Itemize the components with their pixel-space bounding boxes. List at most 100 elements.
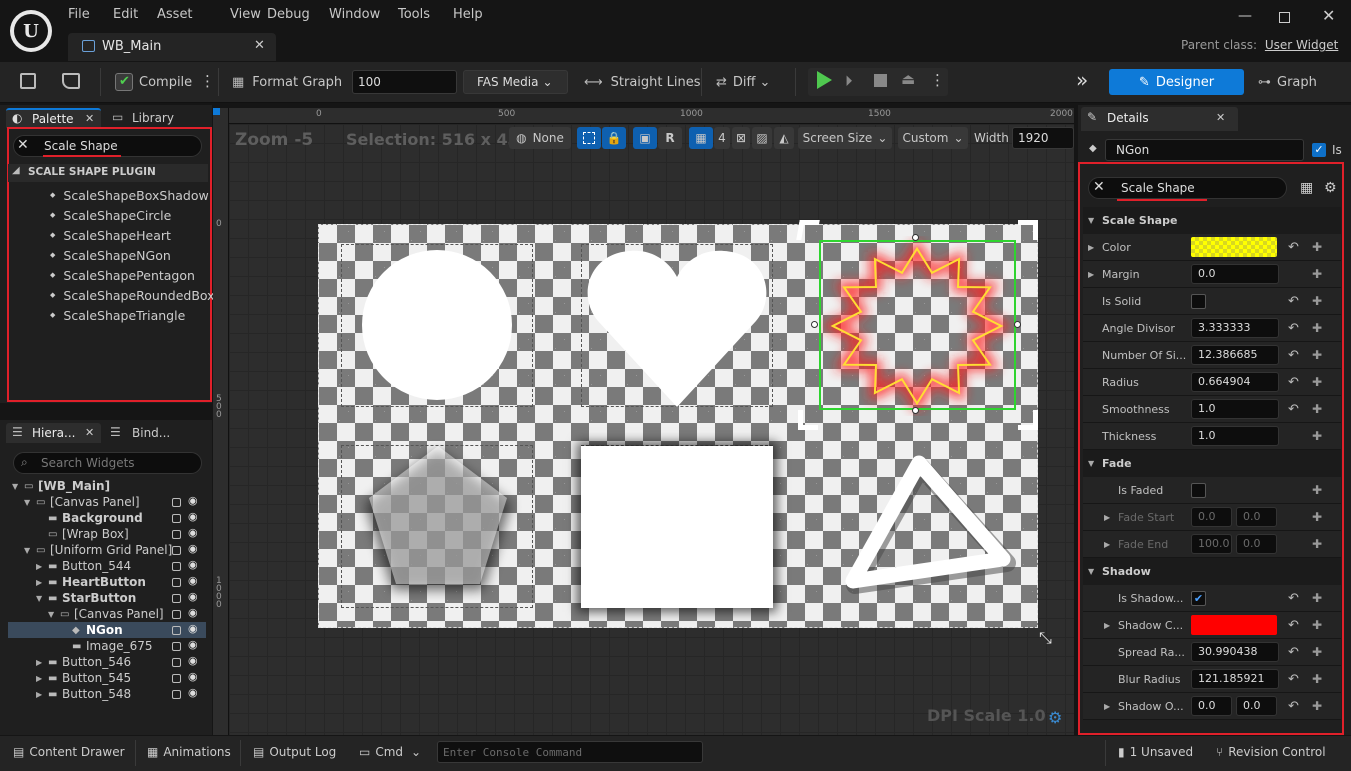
property-input[interactable]: 121.185921: [1191, 669, 1279, 689]
close-tab-icon[interactable]: ✕: [1216, 111, 1225, 124]
menu-tools[interactable]: Tools: [398, 7, 430, 22]
reset-to-default-icon[interactable]: ↶: [1288, 591, 1299, 606]
play-icon[interactable]: [817, 71, 832, 89]
category-scale-shape[interactable]: ▼ Scale Shape: [1083, 207, 1341, 234]
designer-canvas[interactable]: 0 500 1000 1500 2000 0 500 1000 Zoom -5 …: [213, 108, 1074, 735]
lock-button[interactable]: 🔒: [602, 127, 626, 149]
property-input[interactable]: 1.0: [1191, 426, 1279, 446]
hierarchy-row[interactable]: ▼ ▭ [Canvas Panel] ◉: [8, 494, 206, 510]
hierarchy-row[interactable]: ▬ Image_675 ◉: [8, 638, 206, 654]
expand-arrow-icon[interactable]: ▶: [1088, 270, 1094, 279]
lock-icon[interactable]: [172, 610, 181, 619]
zoom-input[interactable]: 100: [352, 70, 457, 94]
minimize-button[interactable]: —: [1238, 8, 1252, 24]
property-input[interactable]: 100.0: [1191, 534, 1232, 554]
close-tab-icon[interactable]: ✕: [85, 112, 94, 125]
parent-class-link[interactable]: User Widget: [1265, 38, 1338, 52]
category-shadow[interactable]: ▼ Shadow: [1083, 558, 1341, 585]
table-view-icon[interactable]: ▦: [1300, 180, 1313, 196]
add-binding-icon[interactable]: ✚: [1312, 267, 1322, 281]
close-window-button[interactable]: ✕: [1322, 6, 1335, 25]
reset-to-default-icon[interactable]: ↶: [1288, 375, 1299, 390]
property-input[interactable]: 3.333333: [1191, 318, 1279, 338]
property-input[interactable]: 0.0: [1236, 534, 1277, 554]
clear-search-icon[interactable]: ✕: [17, 137, 29, 153]
scale-shape-box-shadow[interactable]: [581, 446, 773, 608]
hierarchy-row[interactable]: ◆ NGon ◉: [8, 622, 206, 638]
resize-handle[interactable]: [912, 407, 919, 414]
add-binding-icon[interactable]: ✚: [1312, 402, 1322, 416]
format-graph-button[interactable]: ▦ Format Graph: [232, 71, 342, 93]
grid-size-dropdown[interactable]: 4: [714, 127, 730, 149]
select-mode-button[interactable]: [577, 127, 601, 149]
output-log-button[interactable]: ▤ Output Log: [253, 745, 336, 759]
cmd-dropdown[interactable]: ▭ Cmd ⌄: [359, 745, 421, 759]
property-input[interactable]: 0.0: [1236, 507, 1277, 527]
property-checkbox[interactable]: [1191, 293, 1206, 309]
hierarchy-row[interactable]: ▶ ▬ Button_548 ◉: [8, 686, 206, 702]
expand-arrow-icon[interactable]: ▶: [36, 690, 42, 699]
hierarchy-row[interactable]: ▭ [Wrap Box] ◉: [8, 526, 206, 542]
localization-dropdown[interactable]: ◍ None: [509, 127, 571, 149]
expand-arrow-icon[interactable]: ▶: [1104, 513, 1110, 522]
lock-icon[interactable]: [172, 514, 181, 523]
scale-shape-triangle[interactable]: [841, 453, 1021, 598]
custom-dropdown[interactable]: Custom ⌄: [898, 127, 968, 149]
property-input[interactable]: 0.0: [1191, 507, 1232, 527]
lock-icon[interactable]: [172, 578, 181, 587]
property-checkbox[interactable]: ✔: [1191, 590, 1206, 606]
reset-to-default-icon[interactable]: ↶: [1288, 321, 1299, 336]
content-drawer-button[interactable]: ▤ Content Drawer: [13, 745, 125, 759]
expand-arrow-icon[interactable]: ▼: [48, 610, 54, 619]
expand-arrow-icon[interactable]: ▶: [36, 562, 42, 571]
lock-icon[interactable]: [172, 626, 181, 635]
expand-arrow-icon[interactable]: ▶: [1104, 540, 1110, 549]
visibility-eye-icon[interactable]: ◉: [188, 590, 198, 603]
add-binding-icon[interactable]: ✚: [1312, 240, 1322, 254]
visibility-eye-icon[interactable]: ◉: [188, 558, 198, 571]
grid-snap-button[interactable]: ▦: [689, 127, 713, 149]
palette-item[interactable]: ◆ ScaleShapeBoxShadow: [50, 186, 209, 204]
property-input[interactable]: 0.664904: [1191, 372, 1279, 392]
resize-handle[interactable]: [1014, 321, 1021, 328]
reset-to-default-icon[interactable]: ↶: [1288, 348, 1299, 363]
lock-icon[interactable]: [172, 498, 181, 507]
bindings-tab[interactable]: ☰ Bind...: [108, 425, 203, 443]
unsaved-button[interactable]: ▮ 1 Unsaved: [1118, 745, 1193, 759]
anchor-handle[interactable]: [796, 220, 820, 240]
animations-button[interactable]: ▦ Animations: [147, 745, 231, 759]
visibility-eye-icon[interactable]: ◉: [188, 494, 198, 507]
reset-to-default-icon[interactable]: ↶: [1288, 645, 1299, 660]
expand-toolbar-icon[interactable]: »: [1076, 68, 1088, 92]
expand-arrow-icon[interactable]: ▶: [36, 578, 42, 587]
visibility-eye-icon[interactable]: ◉: [188, 654, 198, 667]
menu-debug[interactable]: Debug: [267, 7, 310, 22]
expand-arrow-icon[interactable]: ▶: [1104, 702, 1110, 711]
color-swatch[interactable]: [1191, 615, 1277, 635]
add-binding-icon[interactable]: ✚: [1312, 429, 1322, 443]
palette-category[interactable]: ◢ SCALE SHAPE PLUGIN: [8, 164, 208, 182]
menu-window[interactable]: Window: [329, 7, 380, 22]
add-binding-icon[interactable]: ✚: [1312, 645, 1322, 659]
visibility-eye-icon[interactable]: ◉: [188, 670, 198, 683]
anchor-handle[interactable]: [1018, 410, 1038, 430]
visibility-eye-icon[interactable]: ◉: [188, 622, 198, 635]
width-input[interactable]: 1920: [1012, 127, 1074, 149]
scale-shape-heart[interactable]: [586, 249, 768, 407]
scale-shape-circle[interactable]: [362, 250, 512, 400]
compile-options-icon[interactable]: ⋮: [200, 72, 215, 90]
image-toggle-button[interactable]: ▨: [752, 127, 772, 149]
compile-button[interactable]: ✔ Compile: [115, 71, 192, 93]
hierarchy-row[interactable]: ▶ ▬ Button_545 ◉: [8, 670, 206, 686]
expand-arrow-icon[interactable]: ▶: [36, 658, 42, 667]
anchor-handle[interactable]: [1018, 220, 1038, 240]
diff-button[interactable]: ⇄ Diff ⌄: [716, 71, 770, 93]
hierarchy-row[interactable]: ▼ ▬ StarButton ◉: [8, 590, 206, 606]
visibility-eye-icon[interactable]: ◉: [188, 542, 198, 555]
revision-control-button[interactable]: ⑂ Revision Control: [1216, 745, 1326, 759]
maximize-button[interactable]: [1279, 12, 1290, 23]
library-tab[interactable]: ▭ Library: [108, 110, 203, 128]
visibility-eye-icon[interactable]: ◉: [188, 510, 198, 523]
r-toggle-button[interactable]: R: [658, 127, 682, 149]
lock-icon[interactable]: [172, 546, 181, 555]
